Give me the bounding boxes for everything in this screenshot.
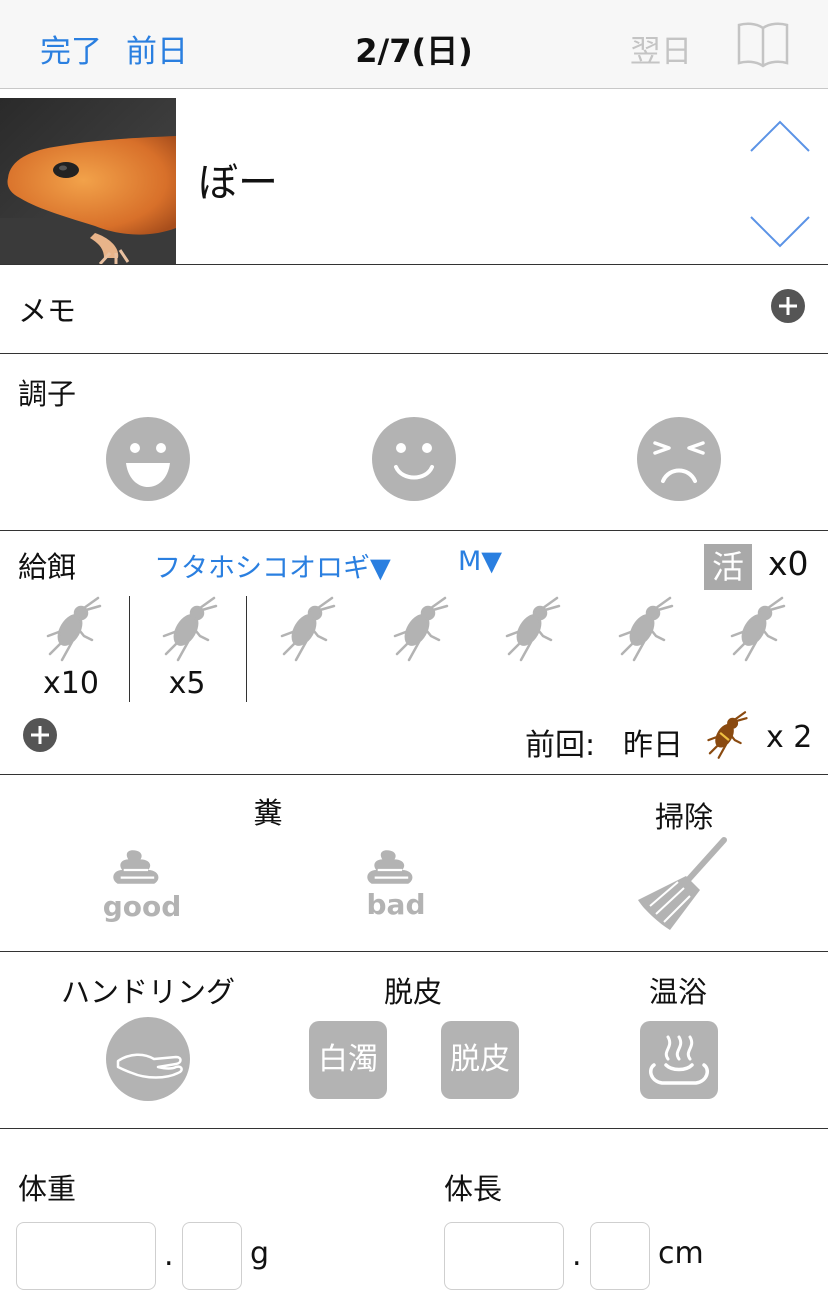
feeding-section: 給餌 フタホシコオロギ▼ M▼ 活 x0 x10 x5 前回: 昨日 x 2 (0, 532, 828, 775)
add-feeding-icon[interactable] (23, 718, 57, 752)
add-memo-icon[interactable] (771, 289, 805, 323)
length-label: 体長 (444, 1172, 503, 1206)
bad-face-icon[interactable] (637, 417, 721, 501)
cricket-icon[interactable] (501, 596, 561, 662)
cricket-icon[interactable] (389, 596, 449, 662)
previous-value: 昨日 (623, 728, 683, 763)
book-icon[interactable] (736, 20, 790, 68)
activities-section: ハンドリング 脱皮 温浴 白濁 脱皮 (0, 953, 828, 1129)
memo-label: メモ (18, 294, 77, 328)
length-decimal-input[interactable] (590, 1222, 650, 1290)
previous-label: 前回: (525, 728, 596, 763)
weight-unit: g (250, 1236, 270, 1271)
hot-bath-icon[interactable] (640, 1021, 718, 1099)
smile-face-icon[interactable] (372, 417, 456, 501)
divider (129, 596, 130, 702)
cricket-icon[interactable] (42, 596, 102, 662)
droppings-section: 糞 掃除 good bad (0, 776, 828, 952)
bath-label: 温浴 (648, 975, 707, 1009)
length-unit: cm (658, 1236, 704, 1271)
live-food-badge[interactable]: 活 (704, 544, 752, 590)
cricket-brown-icon (707, 711, 748, 759)
bad-dropping-button[interactable]: bad (354, 846, 438, 930)
chevron-down-icon[interactable] (748, 214, 812, 250)
big-smile-face-icon[interactable] (106, 417, 190, 501)
cleaning-label: 掃除 (654, 800, 713, 834)
memo-section: メモ (0, 266, 828, 354)
hand-icon[interactable] (106, 1017, 190, 1101)
broom-icon[interactable] (636, 836, 730, 932)
next-day-button[interactable]: 翌日 (630, 26, 692, 71)
cricket-icon[interactable] (614, 596, 674, 662)
chevron-up-icon[interactable] (748, 118, 812, 154)
count-5: x5 (168, 666, 206, 701)
pet-name: ぼー (198, 160, 278, 206)
live-count: x0 (768, 544, 809, 583)
date-title: 2/7(日) (355, 32, 473, 70)
count-10: x10 (43, 666, 99, 701)
handling-label: ハンドリング (60, 975, 235, 1009)
pet-photo[interactable] (0, 98, 176, 264)
bad-label: bad (366, 888, 426, 921)
droppings-label: 糞 (253, 796, 283, 830)
length-decimal-point: . (572, 1238, 582, 1273)
poop-icon (113, 850, 159, 884)
previous-count: x 2 (766, 720, 813, 755)
weight-decimal-point: . (164, 1238, 174, 1273)
weight-label: 体重 (18, 1172, 77, 1206)
cloudy-eye-button[interactable]: 白濁 (309, 1021, 387, 1099)
feeding-label: 給餌 (18, 550, 77, 584)
cricket-icon[interactable] (726, 596, 786, 662)
weight-decimal-input[interactable] (182, 1222, 242, 1290)
poop-icon (367, 850, 413, 884)
good-label: good (102, 890, 182, 923)
measure-section: 体重 体長 . g . cm (0, 1130, 828, 1295)
length-integer-input[interactable] (444, 1222, 564, 1290)
cricket-icon[interactable] (158, 596, 218, 662)
condition-label: 調子 (18, 377, 77, 411)
shedding-label: 脱皮 (383, 975, 442, 1009)
food-type-dropdown[interactable]: フタホシコオロギ▼ (154, 546, 391, 585)
size-dropdown[interactable]: M▼ (458, 546, 502, 577)
shed-button[interactable]: 脱皮 (441, 1021, 519, 1099)
condition-section: 調子 (0, 355, 828, 531)
good-dropping-button[interactable]: good (100, 846, 184, 930)
nav-bar: 完了 前日 2/7(日) 翌日 (0, 0, 828, 89)
cricket-icon[interactable] (276, 596, 336, 662)
weight-integer-input[interactable] (16, 1222, 156, 1290)
pet-header: ぼー (0, 90, 828, 265)
divider (246, 596, 247, 702)
